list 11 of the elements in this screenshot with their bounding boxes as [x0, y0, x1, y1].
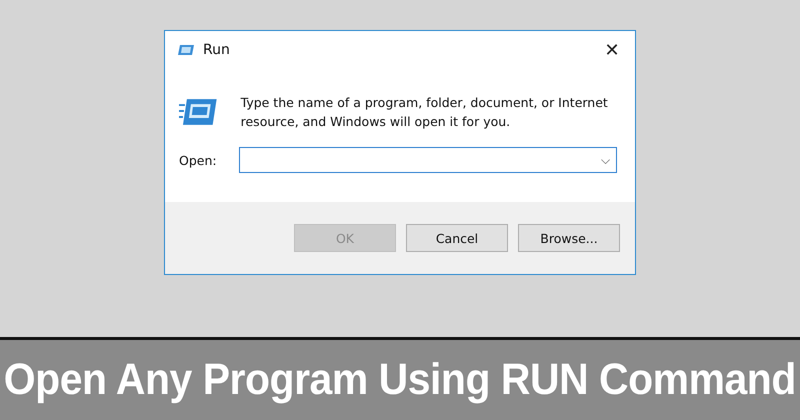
close-button[interactable]: ✕ [589, 31, 635, 69]
open-label: Open: [179, 152, 218, 168]
instruction-text: Type the name of a program, folder, document, or Internet resource, and Windows will open it for you. [240, 94, 609, 131]
window-title: Run [203, 42, 230, 58]
run-icon [179, 97, 219, 127]
open-field[interactable]: ⌵ [239, 147, 617, 173]
run-icon [177, 44, 195, 56]
dropdown-caret[interactable]: ⌵ [595, 153, 616, 167]
banner-caption: Open Any Program Using RUN Command [4, 355, 796, 405]
dialog-button[interactable]: Browse... [518, 224, 620, 252]
dialog-button[interactable]: Cancel [406, 224, 508, 252]
